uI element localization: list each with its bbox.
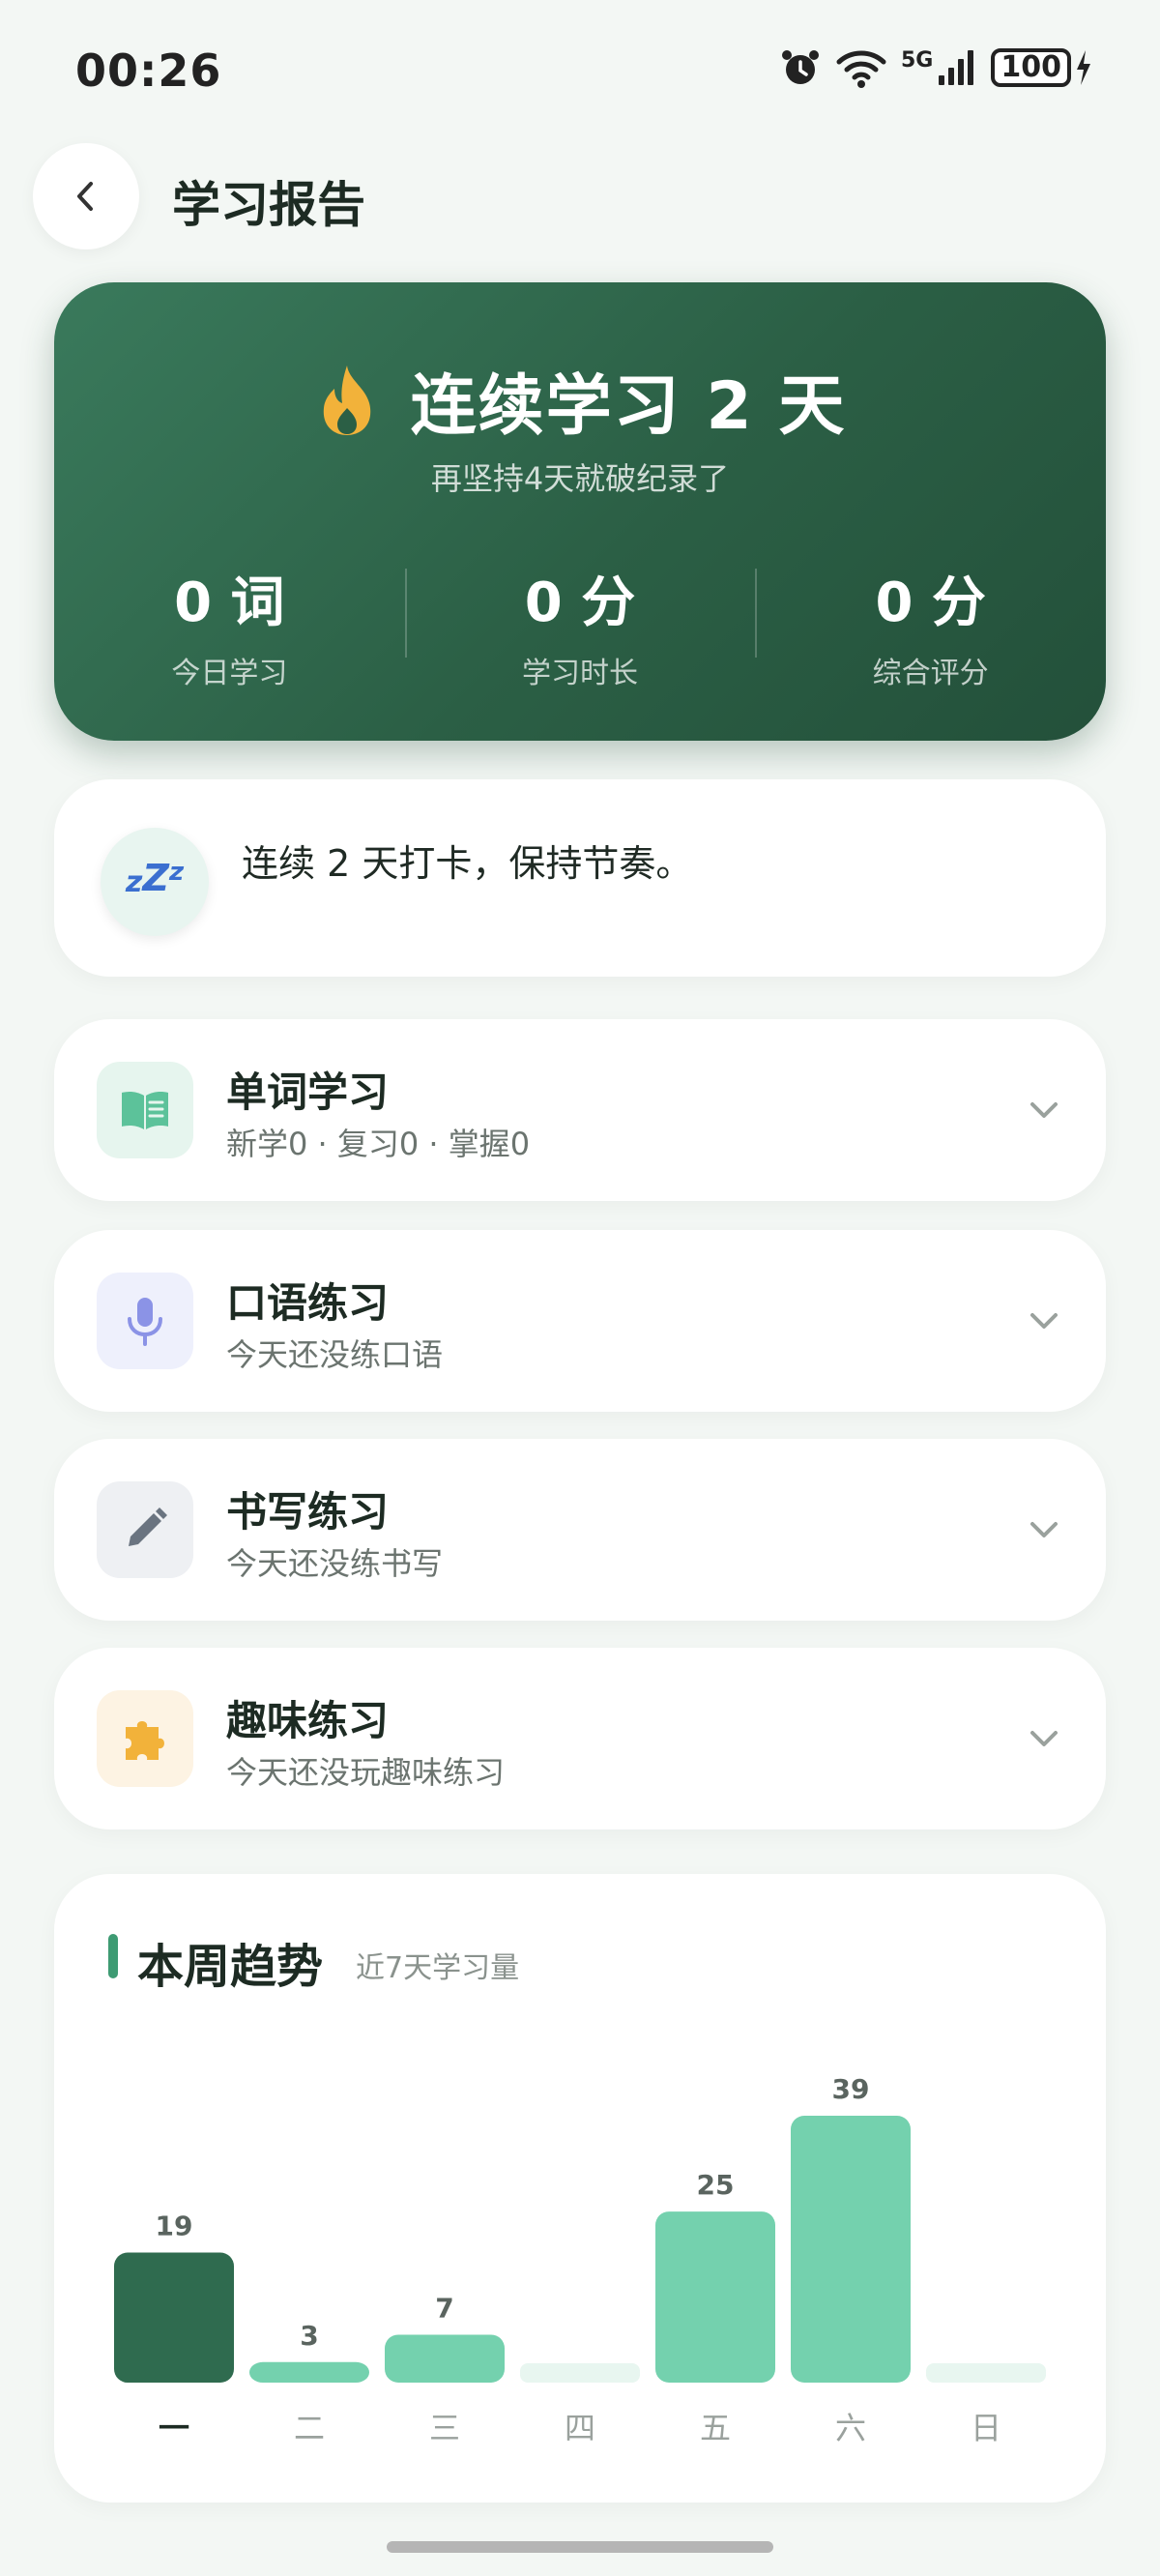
module-title: 单词学习 <box>226 1068 390 1116</box>
chevron-down-icon[interactable] <box>1025 1302 1063 1340</box>
signal-icon <box>939 50 974 85</box>
module-writing-practice[interactable]: 书写练习 今天还没练书写 <box>54 1439 1106 1621</box>
bar-四 <box>520 2363 640 2383</box>
status-time: 00:26 <box>75 44 222 97</box>
bar-日 <box>926 2363 1046 2383</box>
module-title: 口语练习 <box>226 1279 390 1327</box>
bar-六 <box>791 2116 911 2383</box>
streak-summary-card: 连续学习 2 天 再坚持4天就破纪录了 0 词 今日学习 0 分 学习时长 0 … <box>54 282 1106 741</box>
checkin-text: 连续 2 天打卡，保持节奏。 <box>242 842 693 885</box>
module-fun-practice[interactable]: 趣味练习 今天还没玩趣味练习 <box>54 1648 1106 1830</box>
streak-subtitle: 再坚持4天就破纪录了 <box>430 460 730 497</box>
chevron-down-icon[interactable] <box>1025 1091 1063 1129</box>
page-title: 学习报告 <box>172 177 365 233</box>
bar-一 <box>114 2252 234 2383</box>
microphone-icon <box>97 1273 193 1369</box>
stat-value: 0 词 <box>174 571 285 634</box>
bar-value-label: 7 <box>435 2292 453 2324</box>
weekly-trend-card: 19 一 3 二 7 三 四 25 五 39 六 日 本周趋势 近7天学习量 <box>54 1874 1106 2503</box>
bar-五 <box>655 2211 775 2383</box>
status-icons: 5G 100 <box>779 46 1092 89</box>
flame-icon <box>323 365 370 435</box>
header: 学习报告 <box>0 143 1160 251</box>
chevron-down-icon[interactable] <box>1025 1510 1063 1549</box>
module-subtitle: 今天还没练口语 <box>226 1336 444 1373</box>
stat-study-duration: 0 分 学习时长 <box>404 559 756 691</box>
stat-value: 0 分 <box>524 571 636 634</box>
chevron-down-icon[interactable] <box>1025 1719 1063 1758</box>
puzzle-icon <box>97 1690 193 1787</box>
chevron-left-icon <box>77 182 93 211</box>
day-label: 三 <box>429 2410 460 2446</box>
book-icon <box>97 1062 193 1158</box>
bar-value-label: 25 <box>697 2169 735 2201</box>
bar-三 <box>385 2334 505 2383</box>
battery-level: 100 <box>991 48 1071 87</box>
day-label: 五 <box>700 2410 731 2446</box>
sleep-zzz-icon: zZz <box>101 828 209 936</box>
home-indicator[interactable] <box>387 2541 773 2553</box>
day-label: 一 <box>159 2410 189 2446</box>
module-subtitle: 今天还没练书写 <box>226 1545 444 1582</box>
title-accent-bar <box>108 1934 118 1978</box>
stat-value: 0 分 <box>875 571 986 634</box>
trend-title: 本周趋势 <box>137 1940 324 1994</box>
module-title: 书写练习 <box>226 1488 390 1536</box>
streak-title: 连续学习 2 天 <box>410 368 847 445</box>
trend-subtitle: 近7天学习量 <box>356 1951 520 1985</box>
day-label: 二 <box>294 2410 325 2446</box>
bar-二 <box>249 2361 369 2383</box>
alarm-icon <box>782 50 819 84</box>
bar-value-label: 3 <box>300 2320 318 2352</box>
module-title: 趣味练习 <box>226 1697 390 1744</box>
module-speaking-practice[interactable]: 口语练习 今天还没练口语 <box>54 1230 1106 1412</box>
wifi-icon <box>836 50 886 88</box>
stat-overall-score: 0 分 综合评分 <box>755 559 1106 691</box>
stat-label: 学习时长 <box>522 657 638 690</box>
charging-icon <box>1077 50 1090 85</box>
stat-label: 今日学习 <box>171 657 288 690</box>
battery-indicator: 100 <box>991 48 1092 87</box>
bar-value-label: 19 <box>156 2210 193 2242</box>
module-subtitle: 新学0 · 复习0 · 掌握0 <box>226 1126 531 1162</box>
hero-title-row: 连续学习 2 天 <box>54 352 1106 448</box>
module-word-study[interactable]: 单词学习 新学0 · 复习0 · 掌握0 <box>54 1019 1106 1201</box>
status-bar: 00:26 5G 100 <box>0 0 1160 145</box>
pencil-icon <box>97 1481 193 1578</box>
network-type: 5G <box>901 47 934 73</box>
bar-value-label: 39 <box>832 2073 870 2105</box>
module-subtitle: 今天还没玩趣味练习 <box>226 1754 506 1791</box>
stats-row: 0 词 今日学习 0 分 学习时长 0 分 综合评分 <box>54 559 1106 691</box>
day-label: 六 <box>835 2410 866 2446</box>
back-button[interactable] <box>33 143 139 249</box>
day-label: 四 <box>565 2410 595 2446</box>
checkin-card: zZz 连续 2 天打卡，保持节奏。 <box>54 779 1106 977</box>
day-label: 日 <box>971 2410 1001 2446</box>
stat-label: 综合评分 <box>872 657 989 690</box>
stat-today-words: 0 词 今日学习 <box>54 559 405 691</box>
